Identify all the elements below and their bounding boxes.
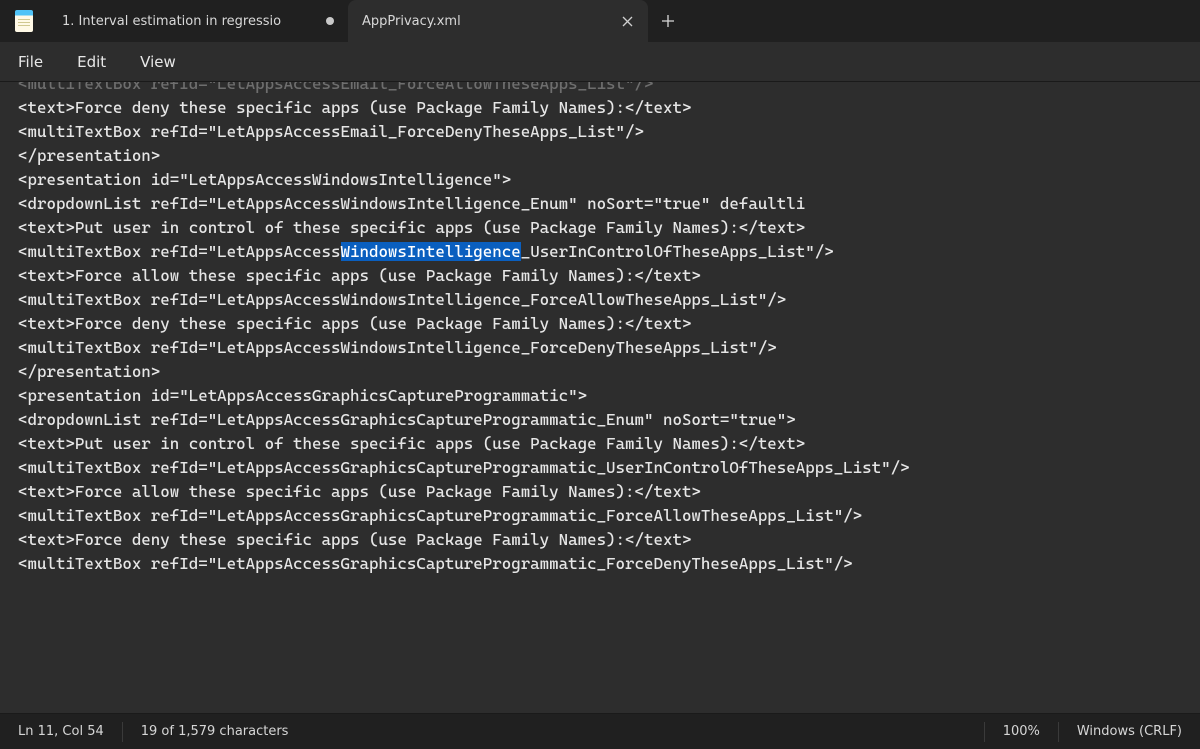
- text-editor[interactable]: <multiTextBox refId="LetAppsAccessEmail_…: [0, 82, 1200, 713]
- status-position[interactable]: Ln 11, Col 54: [0, 714, 122, 749]
- code-line: <multiTextBox refId="LetAppsAccessWindow…: [18, 336, 1182, 360]
- close-tab-icon[interactable]: [620, 14, 634, 28]
- tab-title: AppPrivacy.xml: [362, 14, 610, 29]
- menu-file[interactable]: File: [18, 53, 43, 71]
- code-line: <text>Force deny these specific apps (us…: [18, 528, 1182, 552]
- menu-bar: File Edit View: [0, 42, 1200, 82]
- code-line: </presentation>: [18, 144, 1182, 168]
- status-bar: Ln 11, Col 54 19 of 1,579 characters 100…: [0, 713, 1200, 749]
- tab-active[interactable]: AppPrivacy.xml: [348, 0, 648, 42]
- code-line: <text>Force deny these specific apps (us…: [18, 96, 1182, 120]
- menu-view[interactable]: View: [140, 53, 176, 71]
- title-bar: 1. Interval estimation in regressio AppP…: [0, 0, 1200, 42]
- status-selection: 19 of 1,579 characters: [123, 714, 307, 749]
- status-zoom[interactable]: 100%: [985, 714, 1058, 749]
- tab-title: 1. Interval estimation in regressio: [62, 14, 316, 29]
- app-icon: [0, 0, 48, 42]
- code-line: <multiTextBox refId="LetAppsAccessGraphi…: [18, 552, 1182, 576]
- code-line: <multiTextBox refId="LetAppsAccessEmail_…: [18, 82, 654, 96]
- unsaved-dot-icon: [326, 17, 334, 25]
- code-line: <text>Force allow these specific apps (u…: [18, 264, 1182, 288]
- code-line: <text>Put user in control of these speci…: [18, 216, 1182, 240]
- code-text: <multiTextBox refId="LetAppsAccess: [18, 242, 341, 261]
- code-line: <multiTextBox refId="LetAppsAccessWindow…: [18, 288, 1182, 312]
- status-line-ending[interactable]: Windows (CRLF): [1059, 714, 1200, 749]
- code-line: <multiTextBox refId="LetAppsAccessWindow…: [18, 240, 1182, 264]
- tab-inactive[interactable]: 1. Interval estimation in regressio: [48, 0, 348, 42]
- menu-edit[interactable]: Edit: [77, 53, 106, 71]
- code-line: <multiTextBox refId="LetAppsAccessGraphi…: [18, 504, 1182, 528]
- code-line: <dropdownList refId="LetAppsAccessWindow…: [18, 192, 1182, 216]
- selection: WindowsIntelligence: [341, 242, 521, 261]
- code-line: <dropdownList refId="LetAppsAccessGraphi…: [18, 408, 1182, 432]
- code-line: <presentation id="LetAppsAccessWindowsIn…: [18, 168, 1182, 192]
- code-line: <text>Force allow these specific apps (u…: [18, 480, 1182, 504]
- code-line: <text>Put user in control of these speci…: [18, 432, 1182, 456]
- new-tab-button[interactable]: [648, 0, 688, 42]
- code-line: <text>Force deny these specific apps (us…: [18, 312, 1182, 336]
- notepad-icon: [15, 10, 33, 32]
- code-line: </presentation>: [18, 360, 1182, 384]
- code-line: <multiTextBox refId="LetAppsAccessEmail_…: [18, 120, 1182, 144]
- code-text: _UserInControlOfTheseApps_List"/>: [521, 242, 834, 261]
- code-line: <presentation id="LetAppsAccessGraphicsC…: [18, 384, 1182, 408]
- code-line: <multiTextBox refId="LetAppsAccessGraphi…: [18, 456, 1182, 480]
